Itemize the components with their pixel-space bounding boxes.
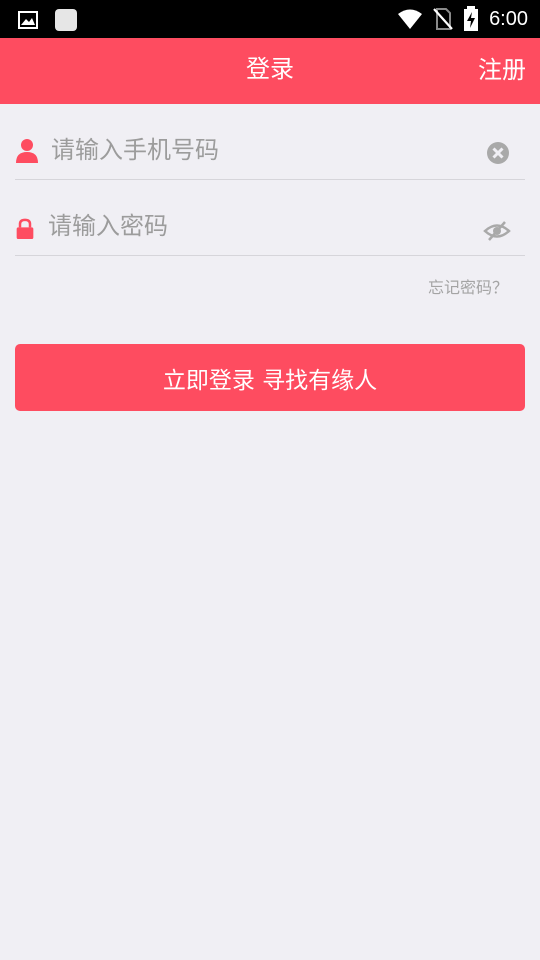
- image-icon: [18, 11, 38, 29]
- no-sim-icon: [433, 8, 453, 30]
- app-icon: [55, 9, 77, 31]
- register-button[interactable]: 注册: [478, 38, 526, 104]
- status-bar: 6:00: [0, 0, 540, 38]
- password-input[interactable]: [48, 206, 468, 246]
- login-button[interactable]: 立即登录 寻找有缘人: [15, 344, 525, 411]
- user-icon: [16, 139, 38, 163]
- phone-field: [15, 120, 525, 180]
- battery-charging-icon: [464, 6, 479, 31]
- status-time: 6:00: [489, 7, 528, 30]
- app-header: 登录 注册: [0, 38, 540, 104]
- page-title: 登录: [246, 55, 294, 83]
- password-field: [15, 196, 525, 256]
- wifi-icon: [398, 9, 423, 29]
- clear-icon[interactable]: [485, 140, 511, 166]
- lock-icon: [16, 218, 34, 239]
- forgot-password-link[interactable]: 忘记密码？: [428, 274, 508, 298]
- phone-input[interactable]: [51, 130, 471, 170]
- eye-off-icon[interactable]: [483, 218, 511, 244]
